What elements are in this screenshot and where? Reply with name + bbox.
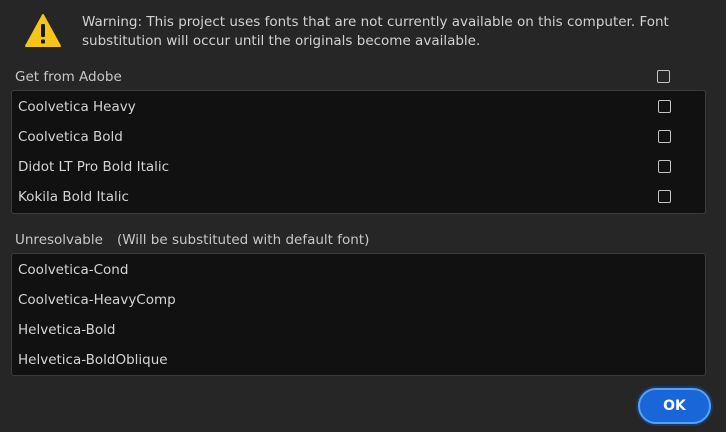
ok-button[interactable]: OK bbox=[638, 388, 711, 424]
font-name: Helvetica-Bold bbox=[18, 322, 116, 338]
font-name: Didot LT Pro Bold Italic bbox=[18, 159, 170, 175]
font-checkbox[interactable] bbox=[658, 190, 671, 203]
list-item[interactable]: Helvetica-Bold bbox=[12, 315, 705, 345]
list-item[interactable]: Coolvetica Bold bbox=[12, 122, 705, 152]
list-item[interactable]: Helvetica-BoldOblique bbox=[12, 345, 705, 375]
get-from-adobe-text: Get from Adobe bbox=[15, 69, 122, 85]
missing-fonts-dialog: Warning: This project uses fonts that ar… bbox=[0, 0, 726, 432]
list-item[interactable]: Coolvetica Heavy bbox=[12, 92, 705, 122]
list-item[interactable]: Coolvetica-Cond bbox=[12, 255, 705, 285]
font-checkbox[interactable] bbox=[658, 130, 671, 143]
font-name: Coolvetica Heavy bbox=[18, 99, 136, 115]
font-name: Coolvetica-HeavyComp bbox=[18, 292, 176, 308]
font-name: Kokila Bold Italic bbox=[18, 189, 129, 205]
unresolvable-fonts-list: Coolvetica-Cond Coolvetica-HeavyComp Hel… bbox=[11, 253, 706, 376]
font-name: Coolvetica-Cond bbox=[18, 262, 129, 278]
list-item[interactable]: Coolvetica-HeavyComp bbox=[12, 285, 705, 315]
adobe-fonts-list: Coolvetica Heavy Coolvetica Bold Didot L… bbox=[11, 90, 706, 214]
warning-message: Warning: This project uses fonts that ar… bbox=[82, 14, 669, 49]
unresolvable-label: Unresolvable (Will be substituted with de… bbox=[15, 232, 369, 248]
select-all-adobe-checkbox[interactable] bbox=[657, 70, 670, 83]
warning-triangle-icon bbox=[25, 14, 61, 47]
unresolvable-text: Unresolvable bbox=[15, 232, 103, 248]
font-checkbox[interactable] bbox=[658, 100, 671, 113]
font-checkbox[interactable] bbox=[658, 160, 671, 173]
list-item[interactable]: Didot LT Pro Bold Italic bbox=[12, 152, 705, 182]
font-name: Helvetica-BoldOblique bbox=[18, 352, 168, 368]
get-from-adobe-label: Get from Adobe bbox=[15, 69, 122, 85]
font-name: Coolvetica Bold bbox=[18, 129, 123, 145]
unresolvable-note: (Will be substituted with default font) bbox=[116, 232, 370, 248]
list-item[interactable]: Kokila Bold Italic bbox=[12, 182, 705, 212]
